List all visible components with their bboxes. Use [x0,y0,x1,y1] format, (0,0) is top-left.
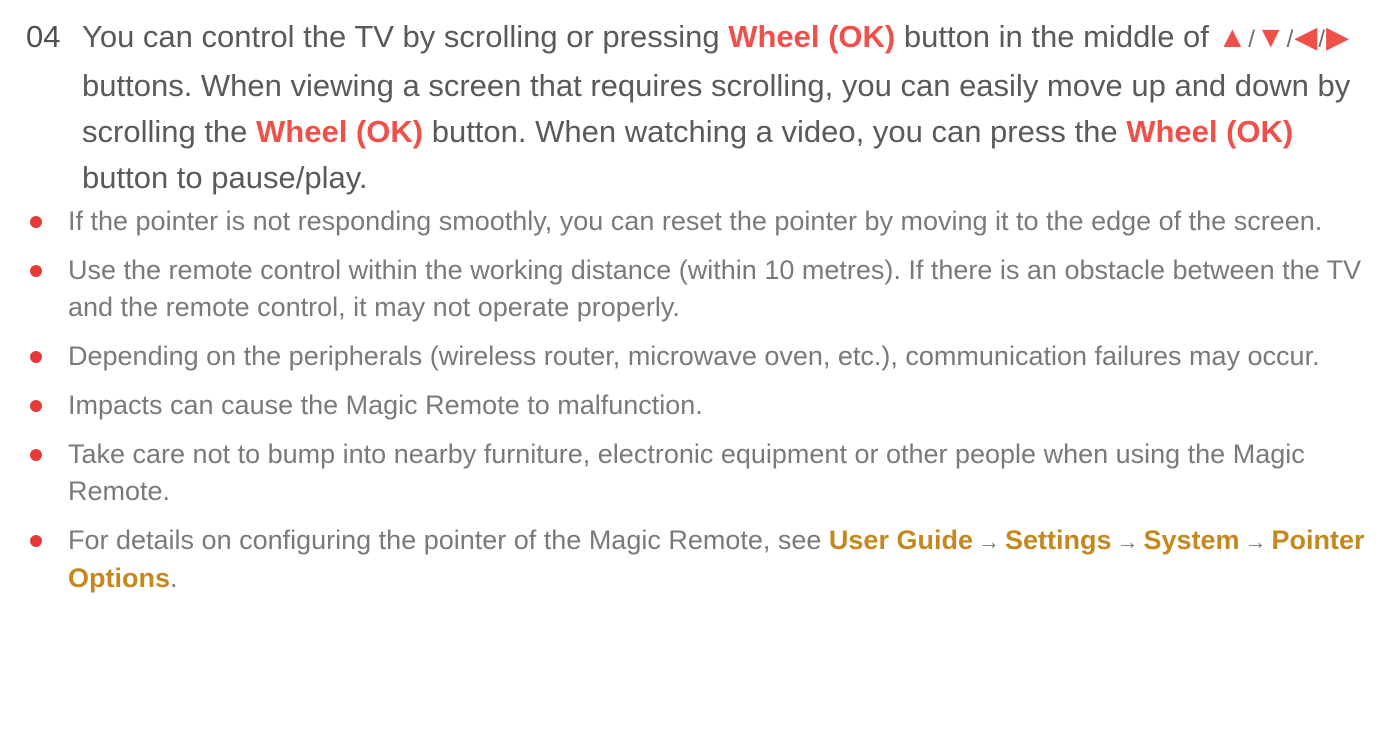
note-text: For details on configuring the pointer o… [68,525,829,555]
arrow-separator: / [1286,26,1294,53]
note-text: Impacts can cause the Magic Remote to ma… [68,390,703,420]
right-arrow-icon: ▶ [1326,21,1350,54]
wheel-ok-label: Wheel (OK) [1126,114,1294,149]
bullet-icon [30,265,42,277]
note-item: Impacts can cause the Magic Remote to ma… [26,387,1366,424]
note-item: If the pointer is not responding smoothl… [26,203,1366,240]
right-arrow-icon: → [1244,529,1267,554]
right-arrow-icon: → [1116,529,1139,554]
step-text-5: button to pause/play. [82,160,368,195]
arrow-separator: / [1318,26,1326,53]
note-text: Depending on the peripherals (wireless r… [68,341,1320,371]
step-text: You can control the TV by scrolling or p… [82,14,1366,201]
step-text-4: button. When watching a video, you can p… [423,114,1127,149]
note-item-pointer-options: For details on configuring the pointer o… [26,522,1366,597]
step-number: 04 [26,19,61,54]
step-04: 04 You can control the TV by scrolling o… [26,14,1366,201]
link-system[interactable]: System [1143,525,1239,555]
bullet-icon [30,535,42,547]
up-arrow-icon: ▲ [1217,21,1248,54]
note-item: Depending on the peripherals (wireless r… [26,338,1366,375]
note-item: Take care not to bump into nearby furnit… [26,436,1366,510]
step-text-2: button in the middle of [895,19,1218,54]
note-item: Use the remote control within the workin… [26,252,1366,326]
link-settings[interactable]: Settings [1005,525,1112,555]
bullet-icon [30,449,42,461]
note-text: Take care not to bump into nearby furnit… [68,439,1305,506]
bullet-icon [30,351,42,363]
right-arrow-icon: → [977,529,1000,554]
down-arrow-icon: ▼ [1255,21,1286,54]
wheel-ok-label: Wheel (OK) [256,114,424,149]
note-text: If the pointer is not responding smoothl… [68,206,1323,236]
wheel-ok-label: Wheel (OK) [728,19,896,54]
note-suffix: . [170,563,178,593]
bullet-icon [30,400,42,412]
arrow-separator: / [1248,26,1255,53]
notes-list: If the pointer is not responding smoothl… [26,203,1366,609]
bullet-icon [30,216,42,228]
note-text: Use the remote control within the workin… [68,255,1362,322]
step-text-1: You can control the TV by scrolling or p… [82,19,729,54]
link-user-guide[interactable]: User Guide [829,525,973,555]
left-arrow-icon: ◀ [1294,21,1318,54]
